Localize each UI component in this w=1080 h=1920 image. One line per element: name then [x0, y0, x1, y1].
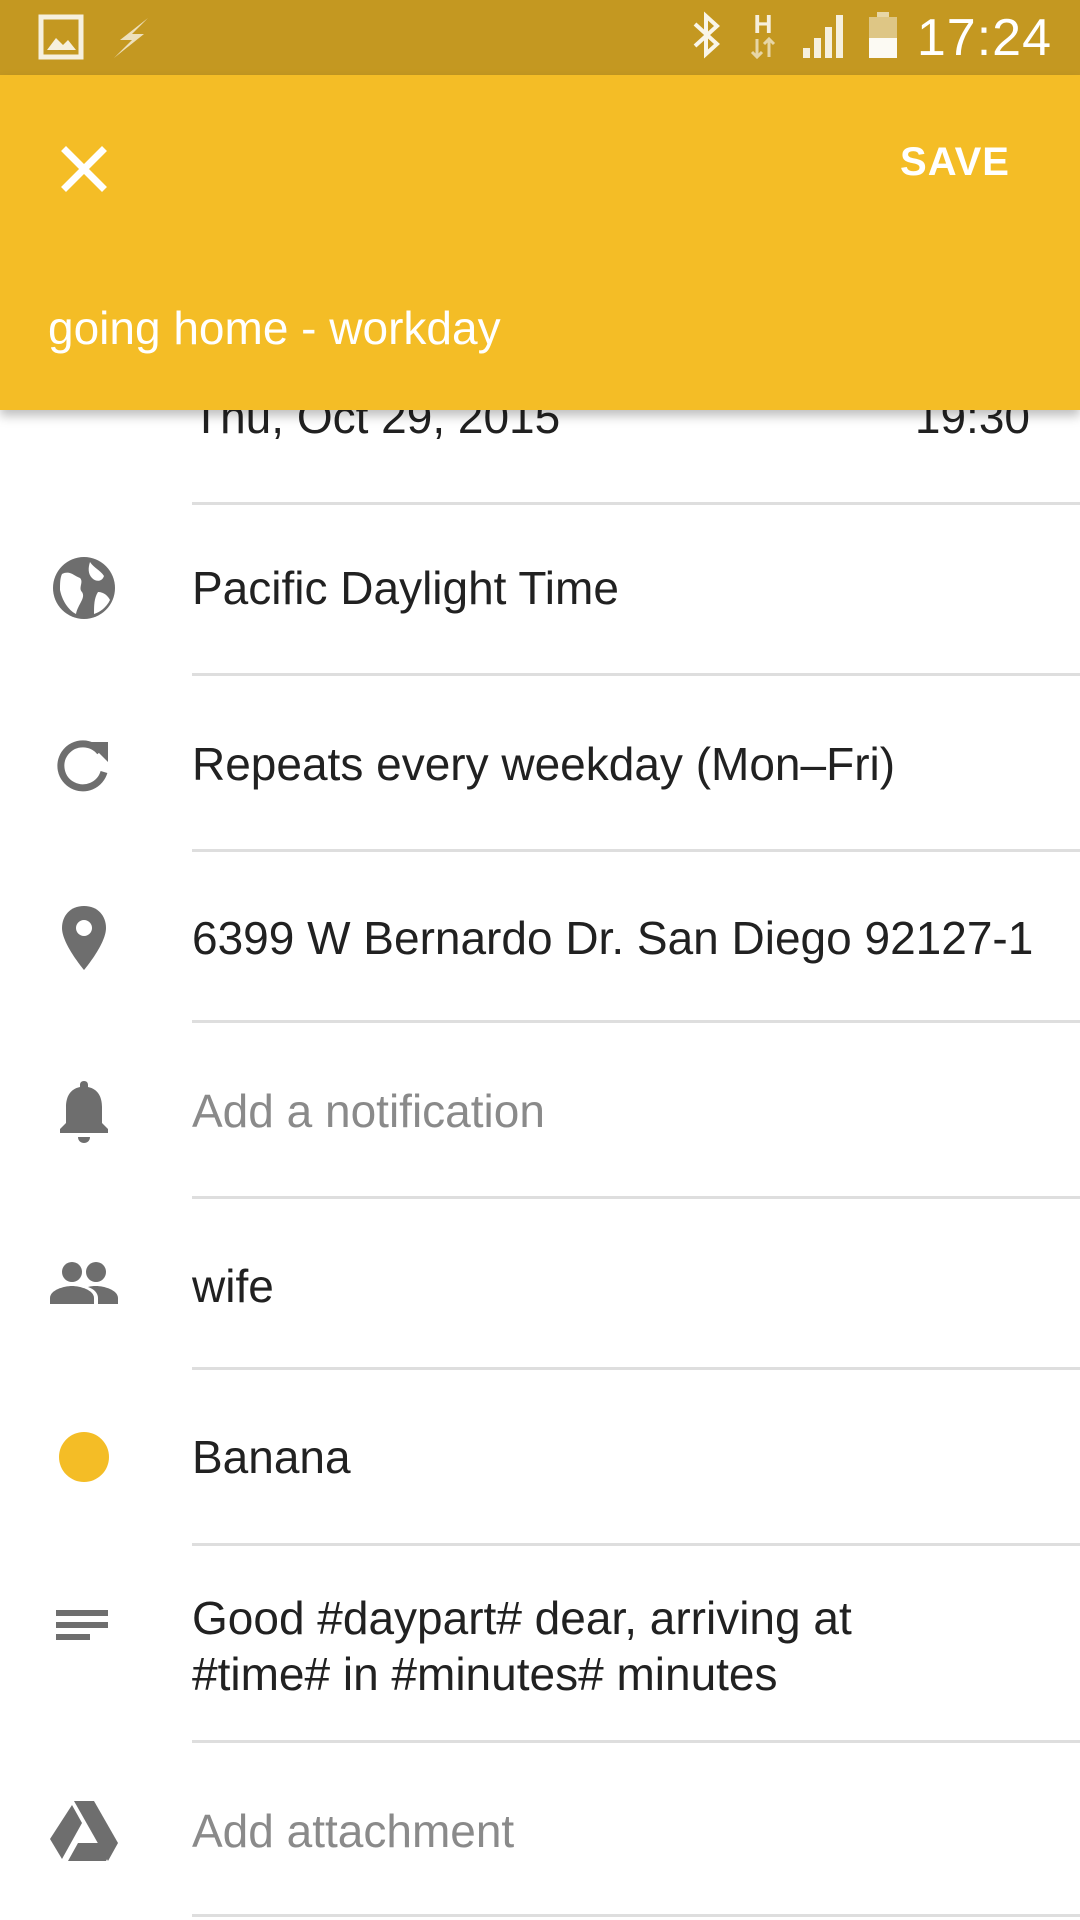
bell-icon [48, 1075, 120, 1147]
divider [192, 673, 1080, 676]
description-line-1: Good #daypart# dear, arriving at [192, 1592, 852, 1644]
event-title[interactable]: going home - workday [48, 301, 501, 355]
location-row[interactable]: 6399 W Bernardo Dr. San Diego 92127-1 [0, 902, 1080, 974]
timezone-label: Pacific Daylight Time [192, 562, 619, 614]
globe-icon [48, 552, 120, 624]
notification-row[interactable]: Add a notification [0, 1075, 1080, 1147]
people-icon [48, 1250, 120, 1322]
notes-icon [48, 1590, 120, 1662]
attachment-row[interactable]: Add attachment [0, 1795, 1080, 1867]
divider [192, 849, 1080, 852]
location-label: 6399 W Bernardo Dr. San Diego 92127-1 [192, 912, 1034, 964]
color-dot-icon [48, 1421, 120, 1493]
divider [192, 1914, 1080, 1917]
close-button[interactable] [52, 137, 116, 201]
timezone-row[interactable]: Pacific Daylight Time [0, 552, 1080, 624]
save-button[interactable]: SAVE [900, 140, 1010, 185]
divider [192, 1196, 1080, 1199]
color-label: Banana [192, 1431, 351, 1483]
divider [192, 1740, 1080, 1743]
description-row[interactable]: Good #daypart# dear, arriving at #time# … [0, 1590, 1080, 1710]
close-icon [61, 146, 107, 192]
guests-label: wife [192, 1260, 274, 1312]
description-line-2: #time# in #minutes# minutes [192, 1648, 778, 1700]
drive-icon [48, 1795, 120, 1867]
divider [192, 1367, 1080, 1370]
color-row[interactable]: Banana [0, 1421, 1080, 1493]
app-bar: SAVE going home - workday [0, 75, 1080, 410]
repeat-icon [48, 728, 120, 800]
divider [192, 502, 1080, 505]
location-pin-icon [48, 902, 120, 974]
divider [192, 1543, 1080, 1546]
guests-row[interactable]: wife [0, 1250, 1080, 1322]
add-notification[interactable]: Add a notification [192, 1083, 545, 1139]
divider [192, 1020, 1080, 1023]
repeat-label: Repeats every weekday (Mon–Fri) [192, 738, 896, 790]
add-attachment[interactable]: Add attachment [192, 1803, 514, 1859]
repeat-row[interactable]: Repeats every weekday (Mon–Fri) [0, 728, 1080, 800]
